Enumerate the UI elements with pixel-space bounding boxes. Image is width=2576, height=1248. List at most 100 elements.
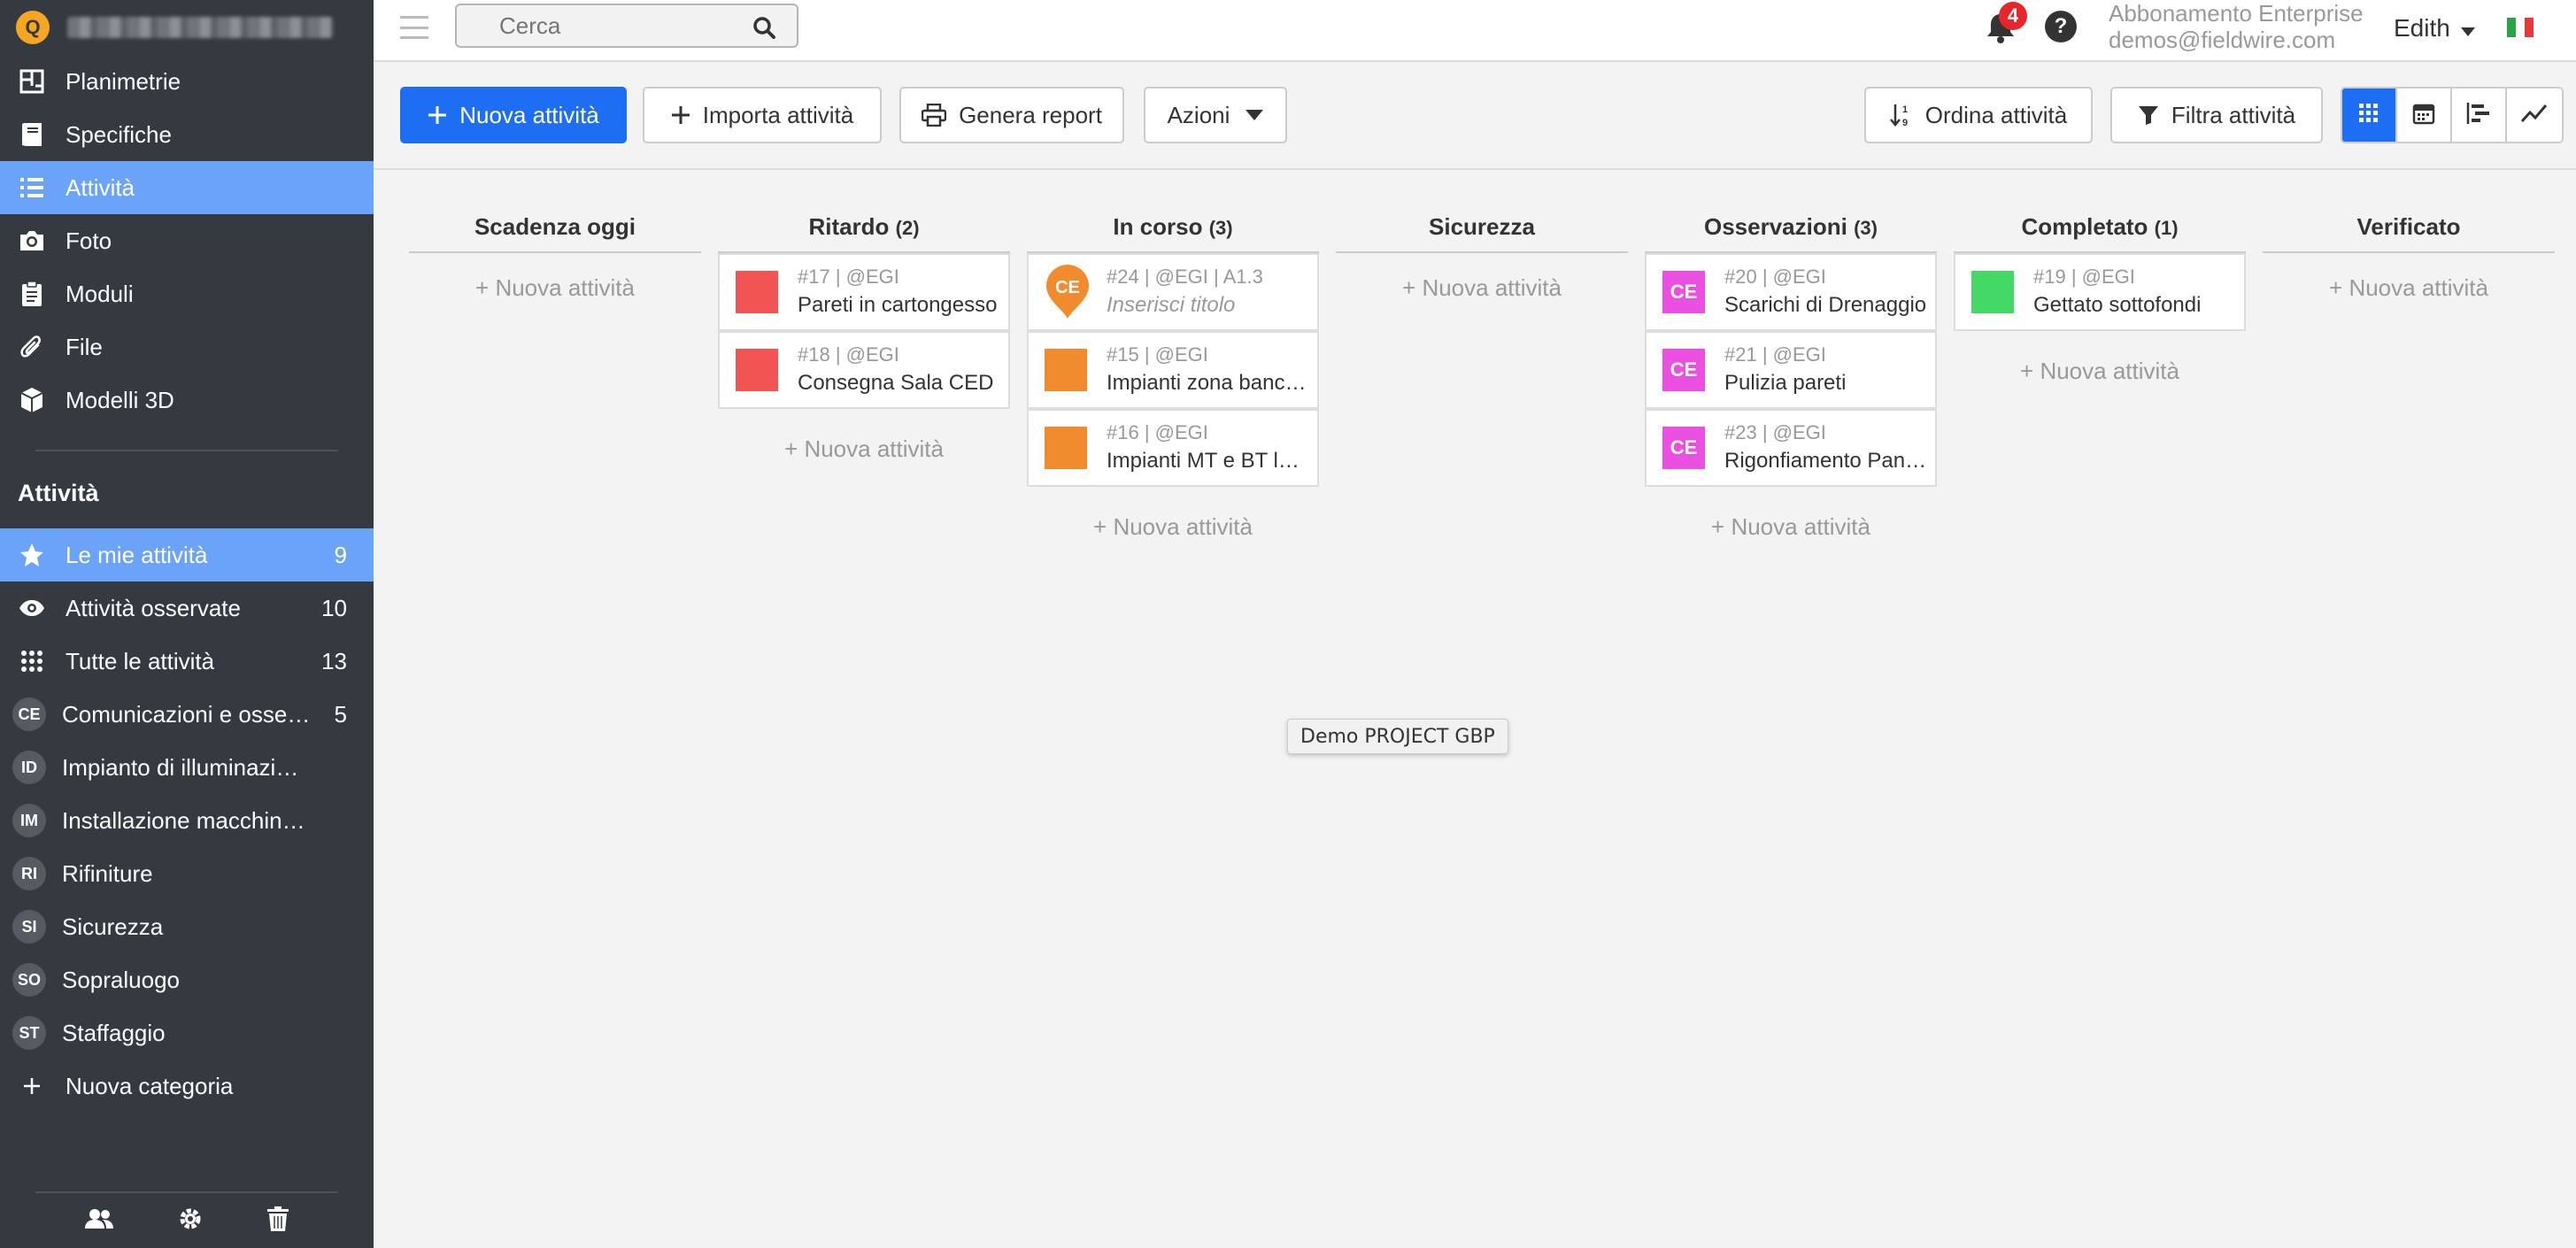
sidebar-footer — [0, 1193, 374, 1248]
task-card[interactable]: #15 | @EGI Impianti zona banc… — [1027, 331, 1319, 409]
actions-label: Azioni — [1167, 101, 1230, 128]
task-title: Consegna Sala CED — [798, 371, 994, 395]
task-card[interactable]: #16 | @EGI Impianti MT e BT lo… — [1027, 409, 1319, 487]
account-email: demos@fieldwire.com — [2109, 27, 2336, 53]
filter-item-tutte-le-attivita[interactable]: Tutte le attività 13 — [0, 635, 374, 688]
task-card[interactable]: CE #24 | @EGI | A1.3 Inserisci titolo — [1027, 253, 1319, 331]
add-task-link[interactable]: + Nuova attività — [1336, 274, 1628, 302]
import-tasks-button[interactable]: Importa attività — [643, 87, 882, 143]
new-category-label: Nuova categoria — [66, 1072, 234, 1099]
category-avatar: SI — [12, 910, 46, 944]
menu-icon[interactable] — [400, 16, 428, 39]
top-bar: 4 ? Abbonamento Enterprise demos@fieldwi… — [374, 0, 2576, 62]
add-task-link[interactable]: + Nuova attività — [409, 274, 701, 302]
sidebar-item-file[interactable]: File — [0, 320, 374, 374]
italy-flag-icon[interactable] — [2507, 18, 2534, 37]
gantt-icon — [2466, 102, 2491, 129]
category-item-st[interactable]: ST Staffaggio — [0, 1006, 374, 1059]
add-task-link[interactable]: + Nuova attività — [1027, 487, 1319, 541]
calendar-view-button[interactable] — [2397, 89, 2452, 142]
app-logo[interactable]: Q — [16, 11, 50, 44]
actions-dropdown[interactable]: Azioni — [1144, 87, 1287, 143]
category-label: Rifiniture — [62, 859, 153, 887]
search-box[interactable] — [455, 4, 798, 48]
column-header: Scadenza oggi — [409, 207, 701, 253]
help-icon[interactable]: ? — [2045, 11, 2077, 42]
column-count: (3) — [1208, 217, 1233, 239]
clipboard-icon — [18, 280, 46, 308]
trash-icon[interactable] — [266, 1206, 289, 1236]
search-icon[interactable] — [752, 16, 775, 43]
sidebar-item-planimetrie[interactable]: Planimetrie — [0, 55, 374, 108]
cube-icon — [18, 386, 46, 414]
task-meta: #23 | @EGI — [1724, 421, 1826, 443]
sidebar-item-specifiche[interactable]: Specifiche — [0, 108, 374, 161]
add-task-link[interactable]: + Nuova attività — [2263, 274, 2555, 302]
task-title: Rigonfiamento Pan… — [1724, 449, 1927, 473]
add-task-link[interactable]: + Nuova attività — [1645, 487, 1937, 541]
task-card[interactable]: #18 | @EGI Consegna Sala CED — [718, 331, 1010, 409]
column-title: Scadenza oggi — [474, 213, 636, 240]
sort-tasks-button[interactable]: 19 Ordina attività — [1864, 87, 2093, 143]
task-meta: #24 | @EGI | A1.3 — [1107, 266, 1263, 288]
category-item-im[interactable]: IM Installazione macchin… — [0, 794, 374, 847]
sidebar-item-modelli-3d[interactable]: Modelli 3D — [0, 374, 374, 427]
filter-item-count: 9 — [334, 541, 347, 568]
filter-tasks-button[interactable]: Filtra attività — [2110, 87, 2323, 143]
grid-icon — [18, 647, 46, 675]
category-item-ri[interactable]: RI Rifiniture — [0, 847, 374, 900]
board-view-button[interactable] — [2342, 89, 2397, 142]
user-menu[interactable]: Edith — [2394, 14, 2475, 42]
sidebar-item-label: File — [66, 333, 103, 360]
plus-icon — [428, 105, 447, 125]
gantt-view-button[interactable] — [2452, 89, 2507, 142]
category-swatch: CE — [1662, 349, 1705, 391]
task-filters: Le mie attività 9 Attività osservate 10 Tutt… — [0, 528, 374, 688]
task-card[interactable]: CE #20 | @EGI Scarichi di Drenaggio — [1645, 253, 1937, 331]
sidebar-item-label: Modelli 3D — [66, 386, 174, 413]
add-task-link[interactable]: + Nuova attività — [1954, 331, 2246, 385]
task-meta: #16 | @EGI — [1107, 421, 1208, 443]
search-input[interactable] — [499, 12, 729, 40]
analytics-view-button[interactable] — [2507, 89, 2562, 142]
category-item-so[interactable]: SO Sopraluogo — [0, 953, 374, 1006]
filter-item-attivita-osservate[interactable]: Attività osservate 10 — [0, 582, 374, 635]
task-card-text: #16 | @EGI Impianti MT e BT lo… — [1107, 420, 1310, 476]
gear-icon[interactable] — [178, 1206, 203, 1236]
task-card[interactable]: CE #21 | @EGI Pulizia pareti — [1645, 331, 1937, 409]
status-swatch — [736, 349, 778, 391]
task-card-text: #17 | @EGI Pareti in cartongesso — [798, 264, 1001, 320]
board-column-completato: Completato (1) #19 | @EGI Gettato sottofon… — [1954, 207, 2246, 385]
filter-item-count: 13 — [321, 647, 347, 674]
project-tooltip: Demo PROJECT GBP — [1287, 719, 1508, 754]
task-meta: #19 | @EGI — [2033, 266, 2135, 288]
sidebar-item-attivita[interactable]: Attività — [0, 161, 374, 214]
board-column-verificato: Verificato + Nuova attività — [2263, 207, 2555, 302]
status-swatch — [1045, 427, 1087, 469]
category-item-ce[interactable]: CE Comunicazioni e osse… 5 — [0, 688, 374, 741]
project-header[interactable]: Q — [0, 0, 374, 55]
task-card[interactable]: #17 | @EGI Pareti in cartongesso — [718, 253, 1010, 331]
users-icon[interactable] — [85, 1207, 114, 1235]
eye-icon — [18, 594, 46, 622]
generate-report-button[interactable]: Genera report — [899, 87, 1124, 143]
new-category-button[interactable]: Nuova categoria — [0, 1059, 374, 1113]
plus-icon — [671, 105, 690, 125]
location-pin-icon: CE — [1045, 265, 1091, 320]
sidebar-item-moduli[interactable]: Moduli — [0, 267, 374, 320]
new-task-button[interactable]: Nuova attività — [400, 87, 627, 143]
task-card[interactable]: CE #23 | @EGI Rigonfiamento Pan… — [1645, 409, 1937, 487]
board-column-osservazioni: Osservazioni (3) CE #20 | @EGI Scarichi di … — [1645, 207, 1937, 541]
category-item-id[interactable]: ID Impianto di illuminazi… — [0, 741, 374, 794]
add-task-link[interactable]: + Nuova attività — [718, 409, 1010, 463]
column-title: Sicurezza — [1429, 213, 1535, 240]
camera-icon — [18, 227, 46, 255]
sidebar-item-foto[interactable]: Foto — [0, 214, 374, 267]
column-cards: CE #24 | @EGI | A1.3 Inserisci titolo #15 |… — [1027, 253, 1319, 487]
floorplan-icon — [18, 67, 46, 96]
category-label: Sicurezza — [62, 913, 164, 940]
filter-item-le-mie-attivita[interactable]: Le mie attività 9 — [0, 528, 374, 582]
category-label: Impianto di illuminazi… — [62, 753, 299, 781]
category-item-si[interactable]: SI Sicurezza — [0, 900, 374, 953]
task-card[interactable]: #19 | @EGI Gettato sottofondi — [1954, 253, 2246, 331]
